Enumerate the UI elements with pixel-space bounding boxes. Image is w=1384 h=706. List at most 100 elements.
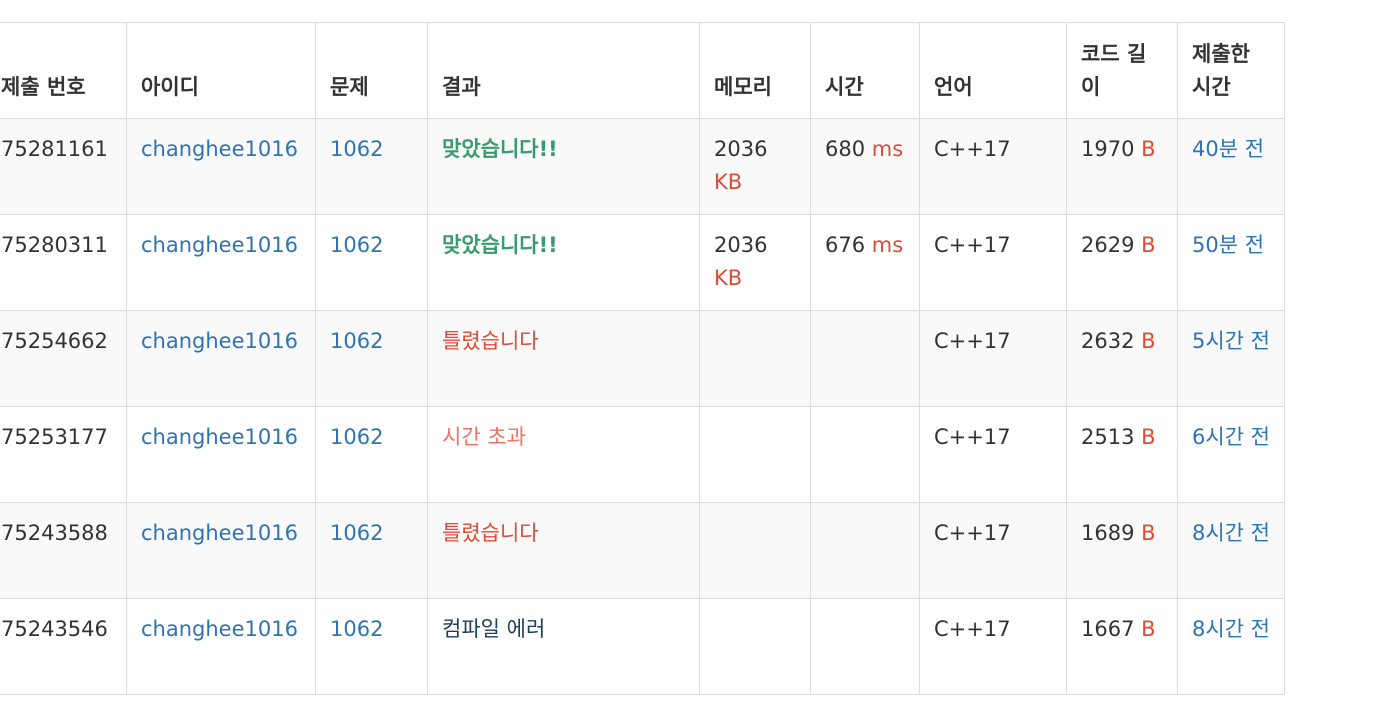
problem-link[interactable]: 1062: [330, 617, 383, 641]
cell-user-id: changhee1016: [126, 598, 316, 695]
user-link[interactable]: changhee1016: [141, 617, 298, 641]
cell-submission-id: 75254662: [0, 310, 127, 407]
cell-user-id: changhee1016: [126, 214, 316, 311]
cell-code-length: 2629 B: [1066, 214, 1178, 311]
code-length-value: 1667: [1081, 617, 1135, 641]
cell-language: C++17: [919, 502, 1067, 599]
cell-memory: [699, 598, 811, 695]
cell-memory: [699, 406, 811, 503]
problem-link[interactable]: 1062: [330, 137, 383, 161]
cell-memory: [699, 502, 811, 599]
cell-language: C++17: [919, 406, 1067, 503]
header-result: 결과: [427, 22, 700, 119]
cell-problem: 1062: [315, 598, 428, 695]
time-value: 676: [825, 233, 866, 257]
submitted-time-link[interactable]: 8시간 전: [1192, 521, 1270, 545]
submitted-time-link[interactable]: 50분 전: [1192, 233, 1264, 257]
submitted-time-link[interactable]: 40분 전: [1192, 137, 1264, 161]
time-unit: ms: [871, 137, 904, 161]
header-submitted-time: 제출한 시간: [1177, 22, 1285, 119]
cell-time: [810, 406, 920, 503]
header-user-id: 아이디: [126, 22, 316, 119]
cell-result: 컴파일 에러: [427, 598, 700, 695]
cell-problem: 1062: [315, 406, 428, 503]
code-length-value: 2632: [1081, 329, 1135, 353]
header-code-length: 코드 길이: [1066, 22, 1178, 119]
cell-result: 맞았습니다!!: [427, 214, 700, 311]
result-wrong: 틀렸습니다: [442, 329, 539, 353]
cell-user-id: changhee1016: [126, 502, 316, 599]
cell-code-length: 1689 B: [1066, 502, 1178, 599]
cell-user-id: changhee1016: [126, 118, 316, 215]
table-row: 75253177 changhee1016 1062 시간 초과 C++17 2…: [0, 406, 1285, 503]
table-row: 75243588 changhee1016 1062 틀렸습니다 C++17 1…: [0, 502, 1285, 599]
memory-unit: KB: [714, 170, 743, 194]
cell-problem: 1062: [315, 118, 428, 215]
user-link[interactable]: changhee1016: [141, 521, 298, 545]
cell-time: [810, 598, 920, 695]
cell-code-length: 2632 B: [1066, 310, 1178, 407]
header-submission-id: 제출 번호: [0, 22, 127, 119]
user-link[interactable]: changhee1016: [141, 137, 298, 161]
table-row: 75281161 changhee1016 1062 맞았습니다!! 2036 …: [0, 118, 1285, 215]
cell-submitted-time: 8시간 전: [1177, 598, 1285, 695]
cell-memory: [699, 310, 811, 407]
cell-code-length: 2513 B: [1066, 406, 1178, 503]
cell-time: 680 ms: [810, 118, 920, 215]
cell-time: [810, 502, 920, 599]
cell-memory: 2036 KB: [699, 118, 811, 215]
cell-problem: 1062: [315, 502, 428, 599]
result-wrong: 틀렸습니다: [442, 521, 539, 545]
time-value: 680: [825, 137, 866, 161]
code-length-unit: B: [1141, 617, 1156, 641]
cell-problem: 1062: [315, 310, 428, 407]
submitted-time-link[interactable]: 8시간 전: [1192, 617, 1270, 641]
user-link[interactable]: changhee1016: [141, 425, 298, 449]
code-length-unit: B: [1141, 233, 1156, 257]
time-unit: ms: [871, 233, 904, 257]
cell-result: 맞았습니다!!: [427, 118, 700, 215]
code-length-unit: B: [1141, 425, 1156, 449]
user-link[interactable]: changhee1016: [141, 233, 298, 257]
cell-code-length: 1667 B: [1066, 598, 1178, 695]
submitted-time-link[interactable]: 5시간 전: [1192, 329, 1270, 353]
cell-submitted-time: 40분 전: [1177, 118, 1285, 215]
header-problem: 문제: [315, 22, 428, 119]
result-time-limit: 시간 초과: [442, 425, 526, 449]
memory-unit: KB: [714, 266, 743, 290]
result-compile-error: 컴파일 에러: [442, 617, 546, 641]
code-length-unit: B: [1141, 137, 1156, 161]
problem-link[interactable]: 1062: [330, 329, 383, 353]
submitted-time-link[interactable]: 6시간 전: [1192, 425, 1270, 449]
header-memory: 메모리: [699, 22, 811, 119]
table-row: 75243546 changhee1016 1062 컴파일 에러 C++17 …: [0, 598, 1285, 695]
memory-value: 2036: [714, 137, 768, 161]
cell-language: C++17: [919, 310, 1067, 407]
problem-link[interactable]: 1062: [330, 425, 383, 449]
problem-link[interactable]: 1062: [330, 521, 383, 545]
cell-problem: 1062: [315, 214, 428, 311]
cell-language: C++17: [919, 598, 1067, 695]
table-body: 75281161 changhee1016 1062 맞았습니다!! 2036 …: [0, 118, 1285, 695]
cell-result: 틀렸습니다: [427, 310, 700, 407]
table-header: 제출 번호 아이디 문제 결과 메모리 시간 언어 코드 길이 제출한 시간: [0, 22, 1285, 119]
table-row: 75280311 changhee1016 1062 맞았습니다!! 2036 …: [0, 214, 1285, 311]
cell-submitted-time: 50분 전: [1177, 214, 1285, 311]
cell-submitted-time: 8시간 전: [1177, 502, 1285, 599]
cell-submission-id: 75253177: [0, 406, 127, 503]
result-accepted: 맞았습니다!!: [442, 233, 558, 257]
code-length-value: 2513: [1081, 425, 1135, 449]
cell-code-length: 1970 B: [1066, 118, 1178, 215]
memory-value: 2036: [714, 233, 768, 257]
cell-time: 676 ms: [810, 214, 920, 311]
header-language: 언어: [919, 22, 1067, 119]
cell-language: C++17: [919, 118, 1067, 215]
cell-time: [810, 310, 920, 407]
problem-link[interactable]: 1062: [330, 233, 383, 257]
cell-submission-id: 75281161: [0, 118, 127, 215]
code-length-unit: B: [1141, 521, 1156, 545]
cell-memory: 2036 KB: [699, 214, 811, 311]
table-row: 75254662 changhee1016 1062 틀렸습니다 C++17 2…: [0, 310, 1285, 407]
cell-submitted-time: 5시간 전: [1177, 310, 1285, 407]
user-link[interactable]: changhee1016: [141, 329, 298, 353]
